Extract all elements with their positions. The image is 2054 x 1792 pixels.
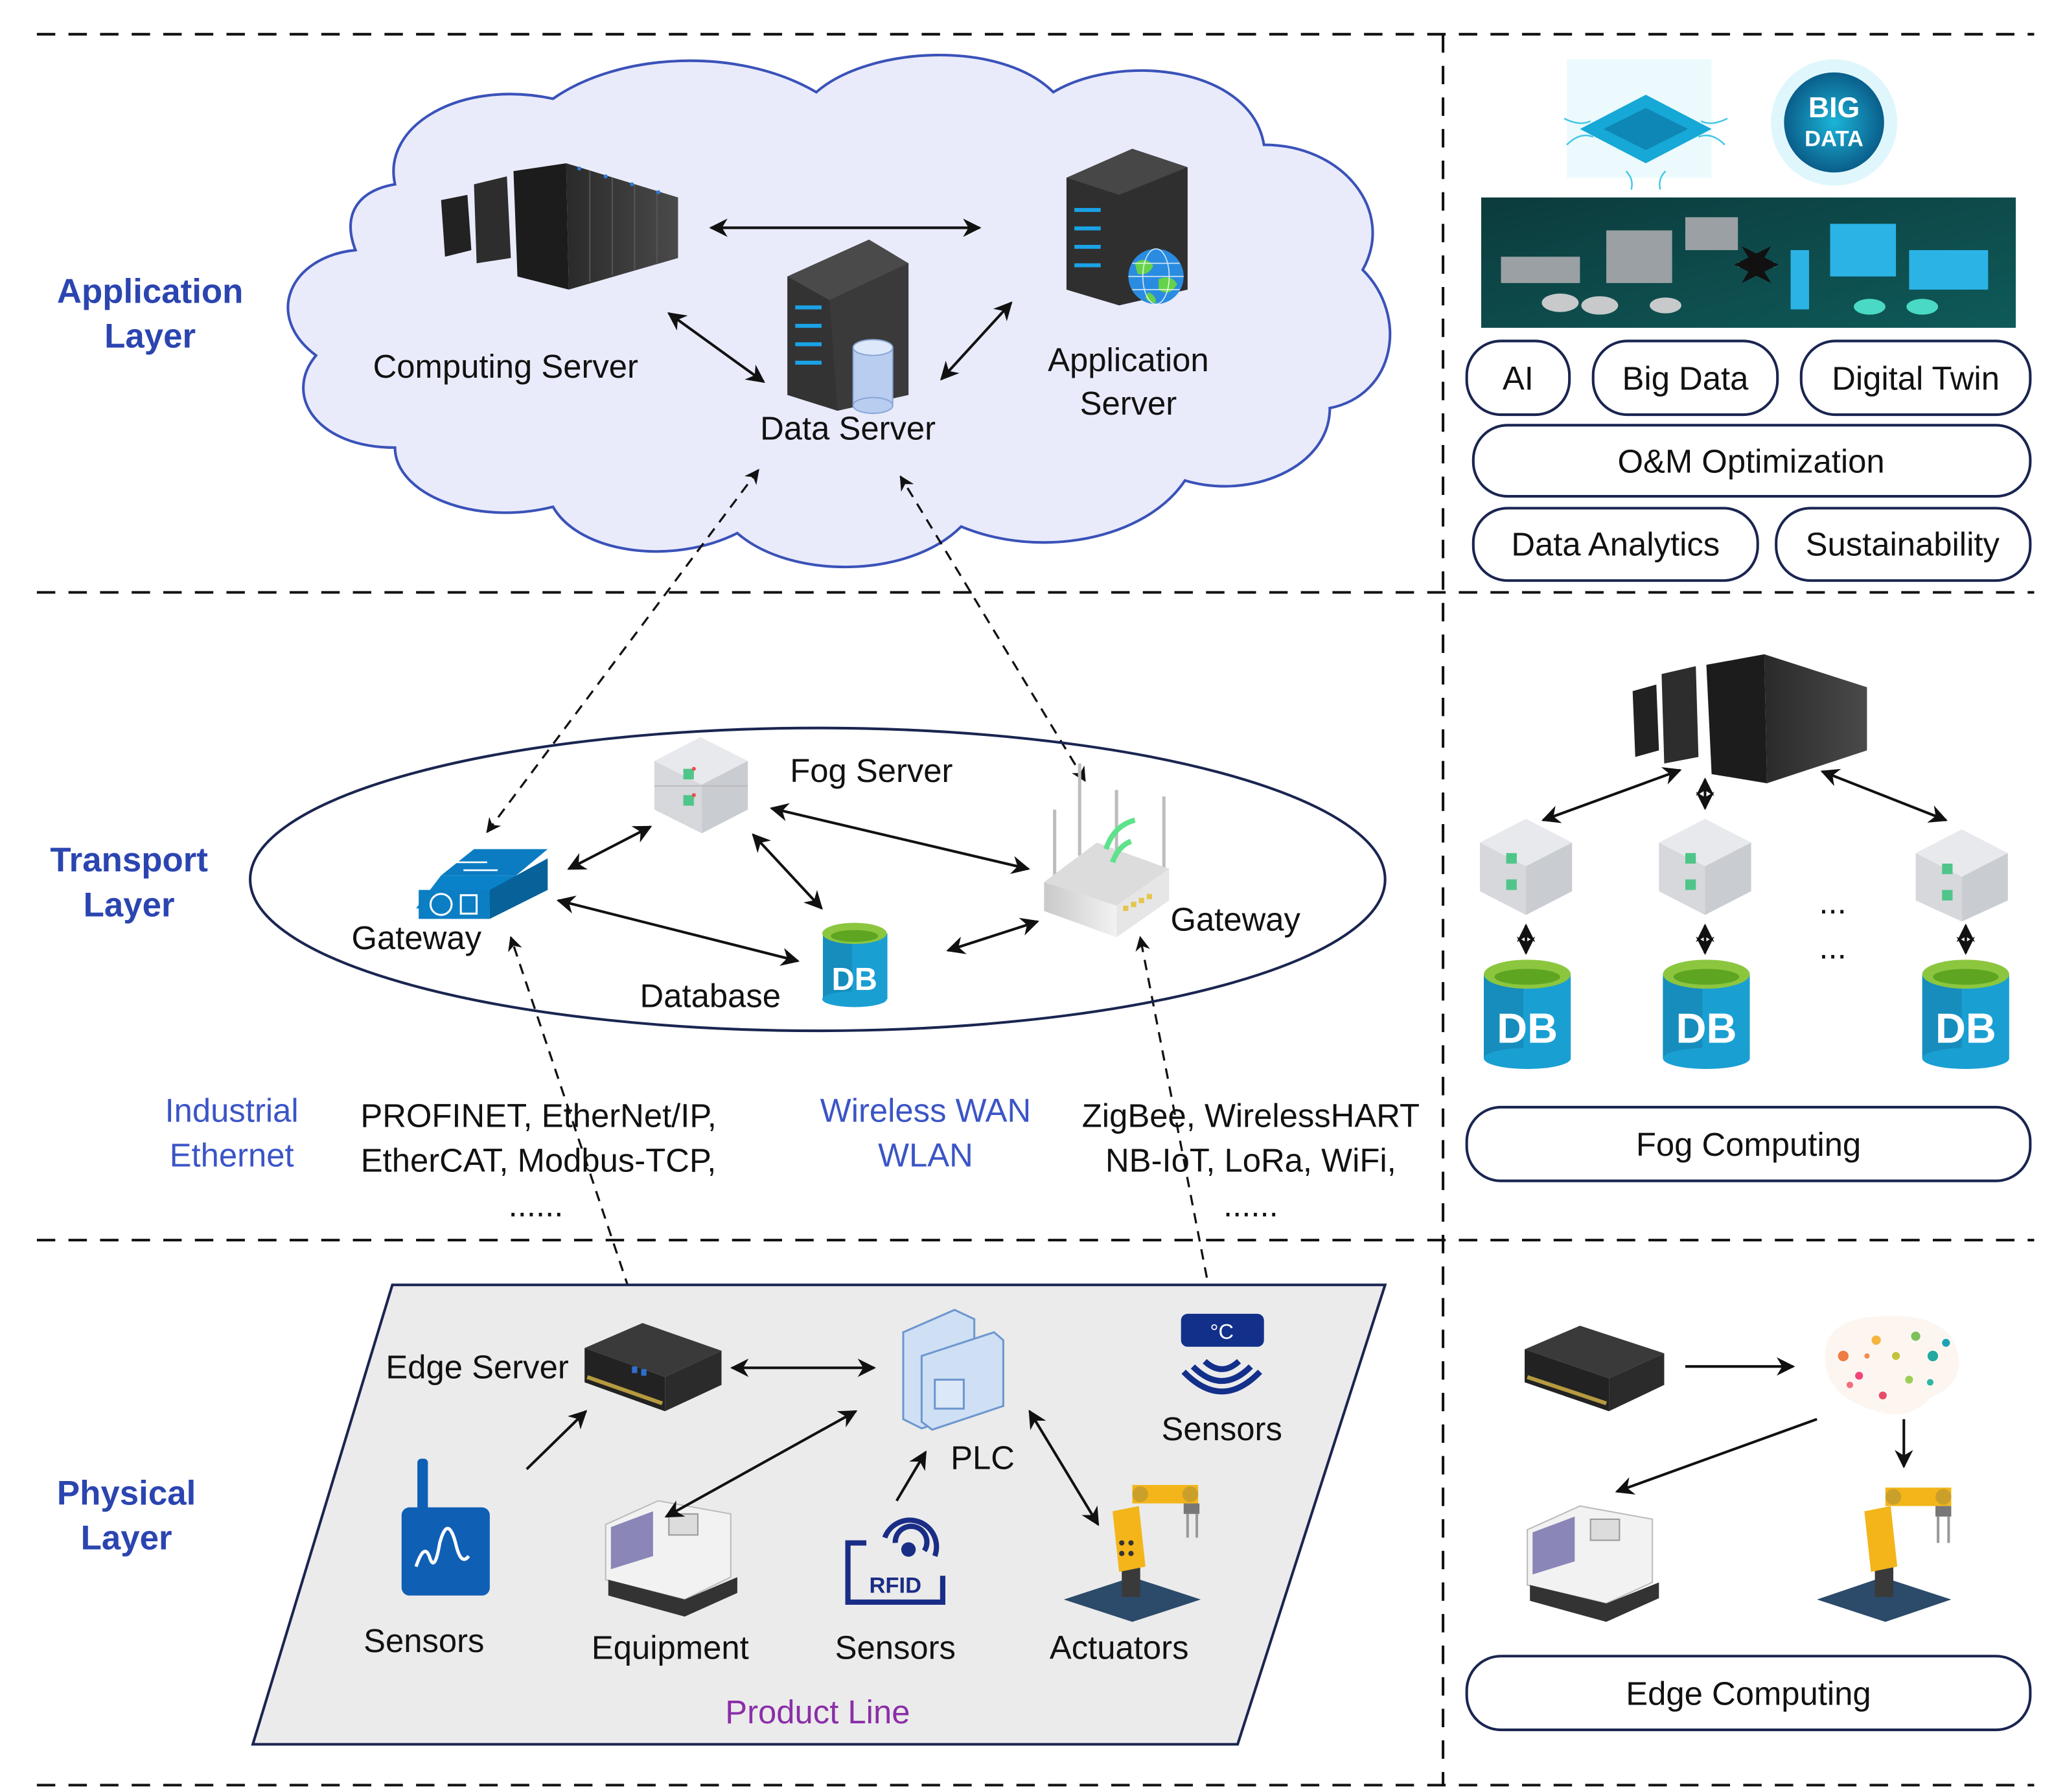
pill-sustainability-label: Sustainability [1806,526,2000,563]
ai-chip-image [1564,59,1728,190]
big-data-badge-image: BIG DATA [1771,59,1898,186]
iiot-architecture-diagram: Application Layer Transport Layer Physic… [36,32,2035,1787]
application-layer-label-2: Layer [104,317,196,355]
wave-sensors-label: Sensors [363,1622,484,1659]
wireless-protocols-line-2: NB-IoT, LoRa, WiFi, [1105,1142,1396,1178]
fog-node-3 [1915,829,2008,922]
plc-label: PLC [951,1440,1015,1476]
pill-om-optimization: O&M Optimization [1471,424,2032,498]
physical-layer-label-2: Layer [81,1519,172,1557]
application-server-label: Application [1048,341,1209,378]
temperature-unit: °C [1210,1320,1233,1344]
edge-device-icon [1525,1326,1665,1412]
digital-twin-image [1481,197,2016,328]
database-cylinder-icon [852,339,894,415]
gateway-switch-icon [416,849,548,919]
physical-layer-label: Physical [57,1475,196,1513]
gateway-left-label: Gateway [352,919,482,956]
transport-layer-label-2: Layer [84,886,175,924]
edge-cnc-machine-icon [1527,1505,1659,1622]
fog-db-1: DB [1484,959,1571,1069]
temperature-sensors-label: Sensors [1162,1410,1282,1447]
pill-ai-label: AI [1503,360,1534,396]
application-capabilities: AI Big Data Digital Twin O&M Optimizatio… [1465,339,2032,582]
arrow-fog-router [769,803,1030,875]
rfid-sensors-label: Sensors [835,1629,956,1666]
rfid-text: RFID [869,1574,921,1598]
industrial-protocols-line-2: EtherCAT, Modbus-TCP, [361,1142,717,1178]
arrow-switch-database [556,895,800,966]
application-server-icon [1066,148,1188,306]
arrow-cloud-fog3 [1820,768,1948,823]
wireless-network-label: Wireless WAN [820,1092,1031,1129]
arrow-switch-fog [567,825,652,870]
fog-nodes [1479,818,2008,922]
wireless-network-label-2: WLAN [878,1136,973,1173]
wireless-protocols-line-1: ZigBee, WirelessHART [1082,1097,1420,1134]
pill-ai: AI [1465,339,1571,417]
industrial-protocols-line-1: PROFINET, EtherNet/IP, [360,1097,717,1134]
fog-db-2: DB [1663,959,1750,1069]
pill-big-data: Big Data [1591,339,1779,417]
edge-computing-caption: Edge Computing [1465,1655,2032,1732]
arrow-fog-database [752,833,823,910]
industrial-ethernet-label: Industrial [165,1092,299,1129]
pill-data-analytics: Data Analytics [1471,507,1759,582]
application-layer-label: Application [57,272,244,310]
big-data-badge-line-1: BIG [1808,92,1860,124]
pill-digital-twin: Digital Twin [1799,339,2032,417]
database-icon: DB [822,923,888,1007]
wireless-router-icon [1044,763,1170,937]
industrial-protocols-more: ...... [509,1187,564,1224]
fog-ellipsis-1: ... [1819,884,1846,921]
fog-db-3-text: DB [1935,1004,1996,1051]
industrial-ethernet-label-2: Ethernet [170,1136,294,1173]
fog-db-3: DB [1922,959,2009,1069]
fog-db-2-text: DB [1676,1004,1737,1051]
ai-brain-icon [1825,1315,1959,1415]
globe-icon [1128,248,1184,305]
computing-server-label: Computing Server [373,348,638,385]
cnc-machine-icon [605,1500,737,1617]
fog-computing-caption: Fog Computing [1465,1105,2032,1182]
fog-db-1-text: DB [1497,1004,1558,1051]
edge-server-label: Edge Server [386,1349,568,1386]
big-data-badge-line-2: DATA [1805,127,1864,152]
pill-sustainability: Sustainability [1775,507,2032,582]
fog-ellipsis-2: ... [1819,928,1846,965]
edge-robot-arm-icon [1817,1488,1952,1622]
pill-digital-twin-label: Digital Twin [1832,360,2000,396]
data-server-label: Data Server [760,410,936,447]
fog-node-1 [1479,818,1573,915]
database-label: Database [640,977,781,1014]
equipment-label: Equipment [592,1629,749,1666]
application-server-label-2: Server [1080,385,1177,422]
fog-databases: DB DB DB [1484,959,2009,1069]
fog-computing-label: Fog Computing [1636,1126,1861,1163]
pill-data-analytics-label: Data Analytics [1511,526,1720,563]
pill-big-data-label: Big Data [1622,360,1749,396]
arrow-brain-cnc [1615,1418,1817,1495]
transport-links [556,803,1039,966]
gateway-right-label: Gateway [1170,901,1300,938]
product-line-label: Product Line [725,1694,910,1730]
transport-layer-label: Transport [50,841,208,879]
edge-computing-label: Edge Computing [1626,1675,1871,1712]
fog-node-2 [1659,818,1751,915]
pill-om-optimization-label: O&M Optimization [1617,442,1884,479]
db-icon-text: DB [832,962,877,997]
fog-server-label: Fog Server [790,752,952,789]
fog-server-icon [654,737,748,834]
wireless-protocols-more: ...... [1223,1187,1278,1224]
actuators-label: Actuators [1050,1629,1189,1666]
fog-cloud-cluster-icon [1632,654,1867,784]
arrow-cloud-fog1 [1541,767,1682,823]
arrow-database-router [946,917,1039,954]
